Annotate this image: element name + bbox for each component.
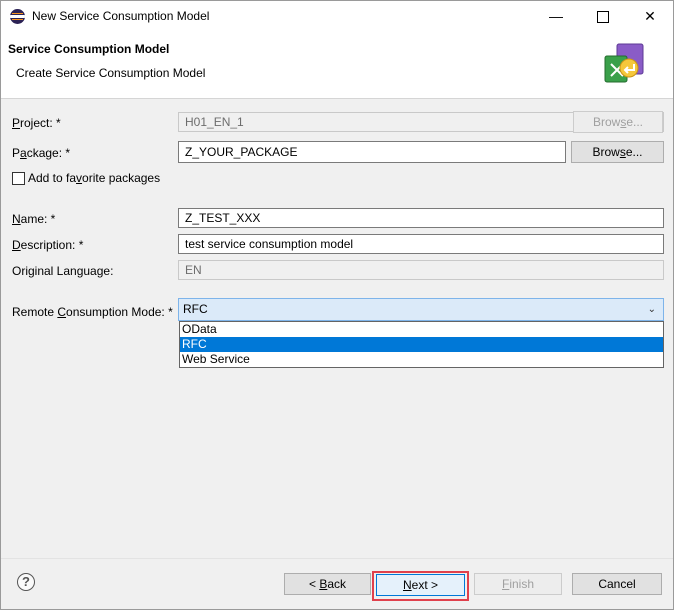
maximize-icon: [597, 11, 609, 24]
name-input[interactable]: Z_TEST_XXX: [178, 208, 664, 228]
eclipse-app-icon: [10, 9, 25, 24]
finish-button: Finish: [474, 573, 562, 595]
selected-mode-value: RFC: [183, 302, 208, 316]
maximize-button[interactable]: [580, 1, 626, 32]
remote-consumption-mode-label: Remote Consumption Mode: *: [12, 305, 173, 319]
help-icon[interactable]: ?: [17, 573, 35, 591]
favorite-packages-label[interactable]: Add to favorite packages: [28, 171, 160, 185]
mode-option-web-service[interactable]: Web Service: [180, 352, 663, 367]
package-label: Package: *: [12, 146, 71, 160]
description-input[interactable]: test service consumption model: [178, 234, 664, 254]
cancel-button[interactable]: Cancel: [572, 573, 662, 595]
chevron-down-icon: ⌄: [647, 304, 656, 315]
favorite-packages-checkbox[interactable]: [12, 172, 25, 185]
name-label: Name: *: [12, 212, 56, 226]
original-language-field: EN: [178, 260, 664, 280]
mode-dropdown-list: OData RFC Web Service: [179, 321, 664, 368]
project-browse-button: Browse...: [573, 111, 663, 133]
footer-divider: [1, 558, 673, 559]
mode-option-odata[interactable]: OData: [180, 322, 663, 337]
wizard-subtitle: Create Service Consumption Model: [16, 66, 206, 80]
title-bar: New Service Consumption Model — ✕: [1, 1, 673, 32]
window-title: New Service Consumption Model: [32, 9, 210, 23]
wizard-header: Service Consumption Model Create Service…: [1, 32, 673, 99]
minimize-button[interactable]: —: [533, 1, 579, 32]
next-button[interactable]: Next >: [376, 574, 465, 596]
close-button[interactable]: ✕: [627, 1, 673, 32]
back-button[interactable]: < Back: [284, 573, 371, 595]
dialog-window: New Service Consumption Model — ✕ Servic…: [0, 0, 674, 610]
remote-consumption-mode-select[interactable]: RFC ⌄: [178, 298, 664, 321]
package-input[interactable]: Z_YOUR_PACKAGE: [178, 141, 566, 163]
project-label: Project: *: [12, 116, 61, 130]
original-language-label: Original Language:: [12, 264, 114, 278]
package-browse-button[interactable]: Browse...: [571, 141, 664, 163]
wizard-banner-icon: [604, 43, 644, 83]
mode-option-rfc[interactable]: RFC: [180, 337, 663, 352]
wizard-title: Service Consumption Model: [8, 42, 170, 56]
description-label: Description: *: [12, 238, 84, 252]
